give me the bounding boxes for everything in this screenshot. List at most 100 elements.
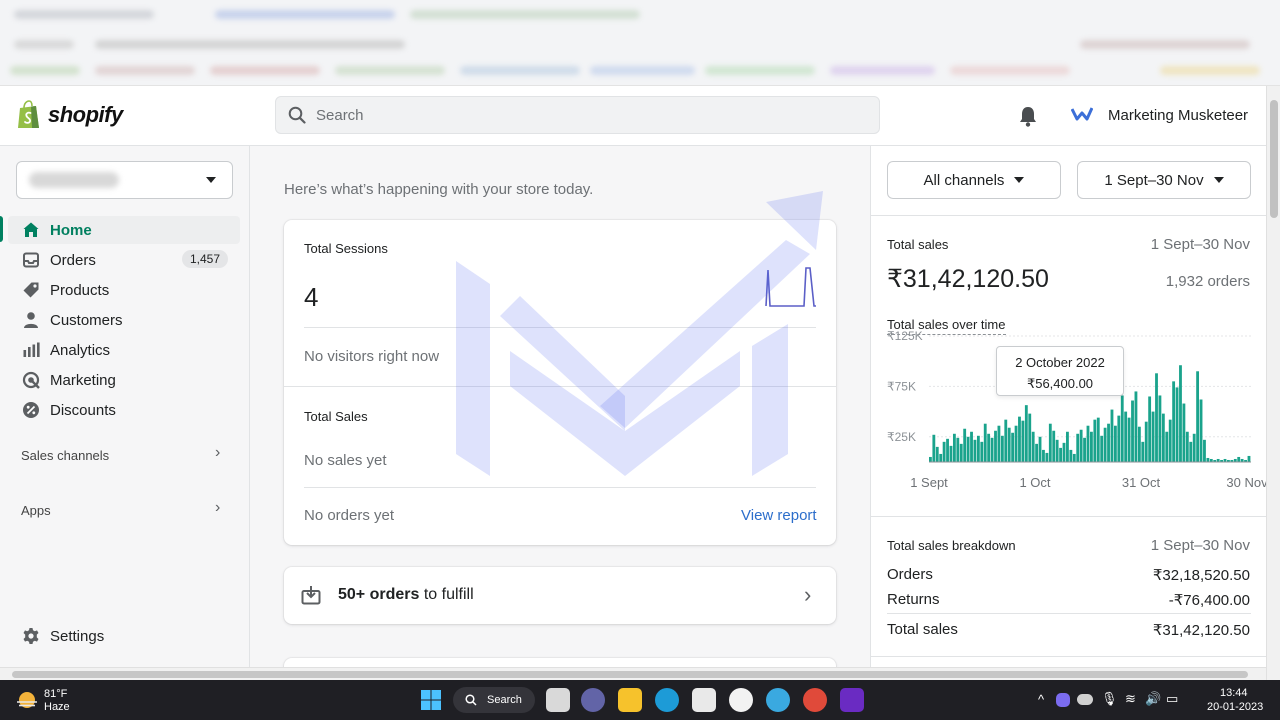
bookmark[interactable] [705,66,815,75]
chart-bar[interactable] [980,441,984,462]
chart-bar[interactable] [976,435,980,462]
horizontal-scroll-thumb[interactable] [12,671,1248,678]
chart-bar[interactable] [949,445,953,462]
apps-heading[interactable]: Apps [21,503,51,518]
chart-bar[interactable] [1062,442,1066,462]
browser-tab[interactable] [410,10,640,19]
shopify-logo[interactable]: shopify [16,100,123,130]
chart-bar[interactable] [1069,449,1073,462]
chart-bar[interactable] [963,428,967,462]
app-icon[interactable] [766,688,790,712]
chevron-up-icon[interactable]: ^ [1038,692,1044,707]
notification-bell-icon[interactable] [1018,105,1038,127]
bookmark[interactable] [950,66,1070,75]
vertical-scrollbar[interactable] [1266,86,1280,680]
browser-tab[interactable] [14,10,154,19]
horizontal-scrollbar[interactable] [0,667,1266,680]
chart-bar[interactable] [1144,421,1148,462]
chart-bar[interactable] [946,438,949,462]
bookmark[interactable] [335,66,445,75]
chart-bar[interactable] [1083,437,1086,462]
store-app-icon[interactable] [692,688,716,712]
chart-bar[interactable] [1024,405,1028,462]
chart-bar[interactable] [1151,411,1155,462]
sidebar-item-analytics[interactable]: Analytics [8,336,240,364]
chart-bar[interactable] [1014,425,1018,462]
bookmark[interactable] [1160,66,1260,75]
bookmark[interactable] [590,66,695,75]
chart-bar[interactable] [1192,433,1196,462]
chart-bar[interactable] [1196,371,1200,462]
bookmark[interactable] [210,66,320,75]
chart-bar[interactable] [1203,439,1206,462]
sales-channels-heading[interactable]: Sales channels [21,448,109,463]
chart-bar[interactable] [1141,441,1145,462]
chevron-right-icon[interactable]: › [215,444,220,462]
chart-bar[interactable] [1179,365,1182,462]
chart-bar[interactable] [1079,429,1083,462]
chrome-icon[interactable] [803,688,827,712]
chart-bar[interactable] [987,433,991,462]
chart-bar[interactable] [1155,373,1158,462]
chart-bar[interactable] [1028,413,1032,462]
chart-bar[interactable] [1031,431,1035,462]
chart-bar[interactable] [1042,449,1045,462]
nav-buttons[interactable] [14,40,74,49]
battery-icon[interactable]: ▭ [1166,691,1178,707]
view-report-link[interactable]: View report [741,507,817,524]
microphone-icon[interactable]: 🎙 [1101,691,1118,707]
chart-bar[interactable] [1117,415,1121,462]
chart-bar[interactable] [1113,425,1117,462]
chart-bar[interactable] [1093,419,1097,462]
chart-bar[interactable] [1120,395,1124,462]
search-box[interactable] [275,96,880,134]
edge-browser-icon[interactable] [655,688,679,712]
chart-bar[interactable] [1021,420,1025,462]
taskbar-search[interactable]: Search [453,687,535,713]
chart-bar[interactable] [1072,453,1076,462]
bookmark[interactable] [10,66,80,75]
chart-bar[interactable] [1018,416,1021,462]
chart-bar[interactable] [1103,427,1107,462]
vertical-scroll-thumb[interactable] [1270,100,1278,218]
chart-bar[interactable] [1131,400,1134,462]
bookmark[interactable] [95,66,195,75]
chart-bar[interactable] [994,430,997,462]
windows-start-icon[interactable] [419,688,443,712]
chart-bar[interactable] [966,436,970,462]
chart-bar[interactable] [959,443,963,462]
chart-bar[interactable] [1158,395,1162,462]
chart-bar[interactable] [1148,396,1152,462]
store-name[interactable]: Marketing Musketeer [1108,107,1248,124]
cloud-icon[interactable] [1077,694,1093,705]
chart-bar[interactable] [1182,403,1186,462]
chart-bar[interactable] [932,434,936,462]
chart-bar[interactable] [1161,413,1165,462]
chart-bar[interactable] [1247,455,1251,462]
chart-bar[interactable] [1107,423,1110,462]
chart-bar[interactable] [1110,409,1114,462]
chart-bar[interactable] [1045,452,1049,462]
chart-bar[interactable] [1134,391,1138,462]
address-bar[interactable] [95,40,405,49]
chart-bar[interactable] [970,431,973,462]
chart-bar[interactable] [997,425,1001,462]
chevron-right-icon[interactable]: › [215,499,220,517]
chart-bar[interactable] [1124,411,1128,462]
chart-bar[interactable] [1052,430,1056,462]
chart-bar[interactable] [942,441,946,462]
browser-extensions[interactable] [1080,40,1250,49]
chart-bar[interactable] [1185,431,1189,462]
sidebar-item-discounts[interactable]: Discounts [8,396,240,424]
chart-bar[interactable] [1090,431,1093,462]
chart-bar[interactable] [1048,423,1052,462]
teams-chat-icon[interactable] [581,688,605,712]
chart-bar[interactable] [956,437,960,462]
chart-bar[interactable] [1011,432,1015,462]
sidebar-item-marketing[interactable]: Marketing [8,366,240,394]
store-selector[interactable] [16,161,233,199]
chart-bar[interactable] [1237,456,1241,462]
chart-bar[interactable] [929,456,932,462]
chart-bar[interactable] [1175,387,1179,462]
search-input[interactable] [316,106,856,124]
